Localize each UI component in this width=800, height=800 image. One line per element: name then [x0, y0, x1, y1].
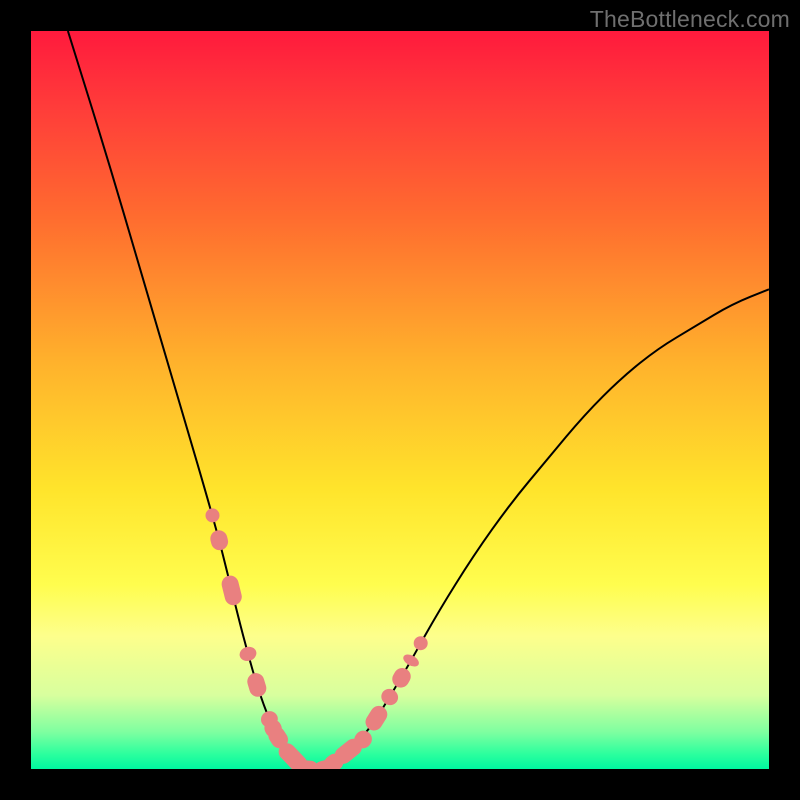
chart-canvas	[31, 31, 769, 769]
bottleneck-curve	[68, 31, 769, 769]
chart-svg	[31, 31, 769, 769]
watermark-text: TheBottleneck.com	[590, 6, 790, 33]
curve-markers	[206, 508, 428, 769]
